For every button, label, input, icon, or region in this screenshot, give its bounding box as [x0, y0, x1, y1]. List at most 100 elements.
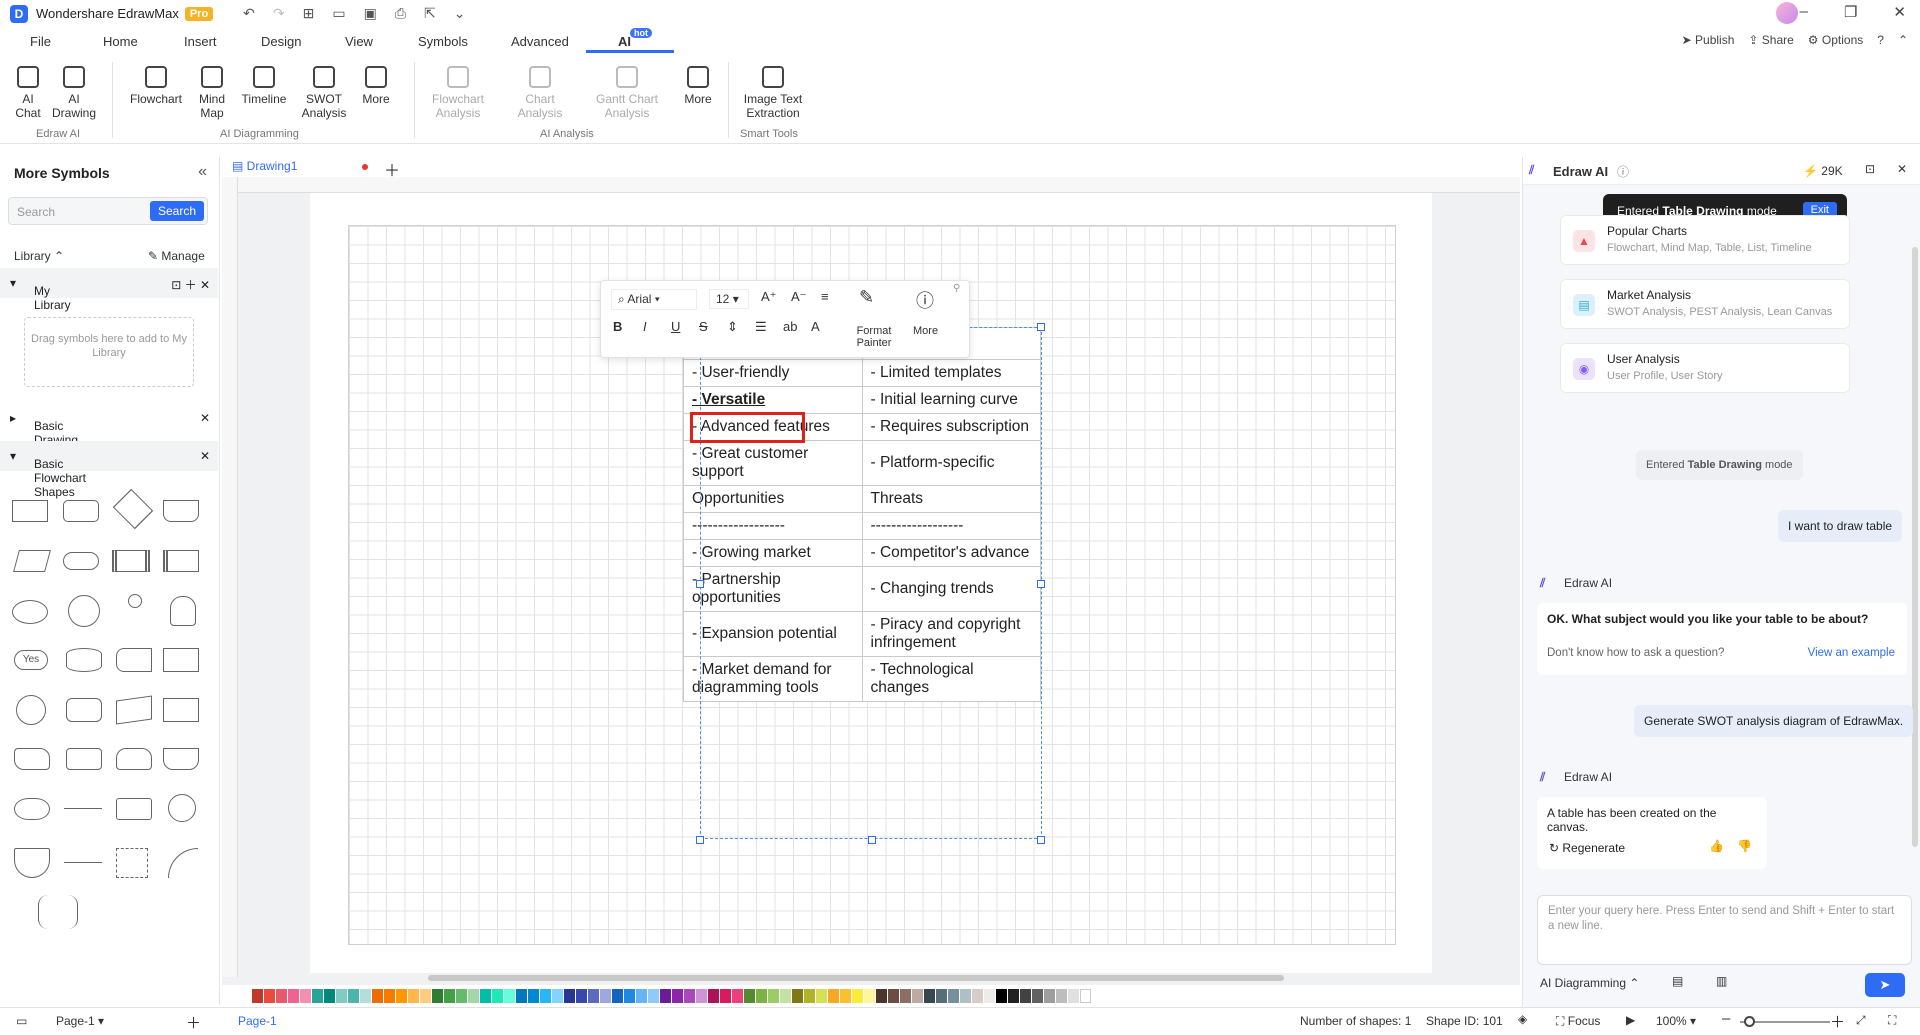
color-swatch[interactable] — [888, 989, 899, 1003]
my-library-actions[interactable]: ⊡ ＋ ✕ — [171, 276, 210, 293]
color-swatch[interactable] — [1056, 989, 1067, 1003]
menu-view[interactable]: View — [345, 34, 373, 49]
add-page-icon[interactable]: ＋ — [186, 1012, 201, 1033]
manage-button[interactable]: ✎ Manage — [148, 249, 205, 263]
text-background-icon[interactable]: ab — [783, 319, 797, 334]
my-library-section[interactable]: ▾ My Library ⊡ ＋ ✕ — [0, 268, 218, 312]
export-icon[interactable]: ⇱ — [424, 5, 436, 22]
menu-design[interactable]: Design — [261, 34, 301, 49]
color-swatch[interactable] — [1032, 989, 1043, 1003]
rounded-rect-shape[interactable] — [63, 500, 99, 522]
customize-icon[interactable]: ⌄ — [454, 5, 466, 22]
yes-shape[interactable]: Yes — [14, 650, 48, 670]
brace-shape[interactable] — [38, 895, 78, 929]
redo-icon[interactable]: ↷ — [273, 5, 285, 22]
manual-input-shape[interactable] — [116, 695, 152, 725]
decision-shape[interactable] — [112, 488, 154, 530]
manual-operation-shape[interactable] — [116, 798, 152, 820]
color-swatch[interactable] — [600, 989, 611, 1003]
symbol-search-input[interactable]: Search Search — [8, 197, 208, 225]
help-icon[interactable]: ⓘ — [1617, 163, 1629, 180]
circle-shape[interactable] — [68, 595, 100, 627]
minimize-icon[interactable]: – — [1800, 3, 1808, 21]
arrow-line-shape[interactable] — [64, 862, 102, 863]
publish-button[interactable]: ➤ Publish — [1682, 33, 1735, 47]
color-swatch[interactable] — [876, 989, 887, 1003]
off-page-connector-shape[interactable] — [14, 848, 50, 878]
color-swatch[interactable] — [648, 989, 659, 1003]
color-swatch[interactable] — [576, 989, 587, 1003]
color-swatch[interactable] — [312, 989, 323, 1003]
options-button[interactable]: ⚙ Options — [1808, 33, 1863, 47]
color-swatch[interactable] — [1044, 989, 1055, 1003]
collapse-ribbon-icon[interactable]: ⌃ — [1898, 33, 1908, 47]
regenerate-button[interactable]: ↻ Regenerate — [1549, 841, 1625, 855]
stored-data-shape[interactable] — [116, 648, 152, 672]
card-shape[interactable] — [163, 648, 199, 672]
color-swatch[interactable] — [936, 989, 947, 1003]
swot-analysis-button[interactable]: SWOT Analysis — [298, 60, 350, 120]
color-swatch[interactable] — [912, 989, 923, 1003]
actor-shape[interactable] — [128, 594, 142, 608]
color-swatch[interactable] — [420, 989, 431, 1003]
bullet-list-icon[interactable]: ☰ — [755, 319, 767, 335]
zoom-slider-thumb[interactable] — [1744, 1016, 1755, 1027]
library-toggle[interactable]: Library ⌃ — [14, 249, 64, 263]
zoom-select[interactable]: 100% ▾ — [1656, 1014, 1696, 1028]
font-color-icon[interactable]: A — [811, 319, 820, 334]
terminator-shape[interactable] — [63, 552, 99, 570]
chart-analysis-button[interactable]: Chart Analysis — [510, 60, 570, 120]
color-swatch[interactable] — [780, 989, 791, 1003]
display-shape[interactable] — [66, 698, 102, 722]
resize-handle[interactable] — [1037, 836, 1045, 844]
color-swatch[interactable] — [552, 989, 563, 1003]
send-button[interactable]: ➤ — [1865, 973, 1905, 997]
open-folder-icon[interactable]: ▭ — [332, 5, 345, 22]
page-select[interactable]: Page-1 ▾ — [56, 1014, 104, 1028]
format-painter-button[interactable]: Format Painter — [849, 325, 899, 349]
color-swatch[interactable] — [456, 989, 467, 1003]
close-icon[interactable]: ✕ — [200, 449, 210, 463]
menu-home[interactable]: Home — [103, 34, 138, 49]
process-shape[interactable] — [12, 500, 48, 522]
color-swatch[interactable] — [864, 989, 875, 1003]
format-painter-icon[interactable]: ✎ — [859, 287, 874, 308]
color-swatch[interactable] — [960, 989, 971, 1003]
help-icon[interactable]: ? — [1877, 33, 1884, 47]
undo-icon[interactable]: ↶ — [243, 5, 255, 22]
close-icon[interactable]: ✕ — [200, 411, 210, 425]
ai-panel-scrollbar[interactable] — [1912, 247, 1918, 847]
resize-handle[interactable] — [868, 836, 876, 844]
color-swatch[interactable] — [396, 989, 407, 1003]
close-icon[interactable]: ✕ — [1893, 3, 1906, 21]
new-icon[interactable]: ⊞ — [303, 5, 315, 22]
user-shape[interactable] — [170, 596, 196, 626]
connector-shape[interactable] — [16, 695, 46, 725]
color-swatch[interactable] — [684, 989, 695, 1003]
mind-map-button[interactable]: Mind Map — [194, 60, 230, 120]
color-swatch[interactable] — [276, 989, 287, 1003]
font-size-select[interactable]: 12 ▾ — [709, 289, 749, 309]
page-tab[interactable]: Page-1 — [238, 1014, 277, 1028]
color-swatch[interactable] — [924, 989, 935, 1003]
color-swatch[interactable] — [756, 989, 767, 1003]
view-example-link[interactable]: View an example — [1808, 647, 1895, 659]
color-swatch[interactable] — [252, 989, 263, 1003]
color-swatch[interactable] — [948, 989, 959, 1003]
color-swatch[interactable] — [840, 989, 851, 1003]
flowchart-analysis-button[interactable]: Flowchart Analysis — [428, 60, 488, 120]
more-diagramming-button[interactable]: More — [358, 60, 394, 106]
tab-drawing1[interactable]: ▤ Drawing1 — [232, 159, 297, 173]
gantt-analysis-button[interactable]: Gantt Chart Analysis — [592, 60, 662, 120]
search-button[interactable]: Search — [149, 201, 204, 221]
ai-drawing-button[interactable]: AI Drawing — [50, 60, 98, 120]
page-panel-icon[interactable]: ▭ — [16, 1014, 27, 1028]
color-swatch[interactable] — [996, 989, 1007, 1003]
resize-handle[interactable] — [1037, 323, 1045, 331]
color-swatch[interactable] — [612, 989, 623, 1003]
color-swatch[interactable] — [528, 989, 539, 1003]
color-swatch[interactable] — [828, 989, 839, 1003]
color-swatch[interactable] — [348, 989, 359, 1003]
flowchart-button[interactable]: Flowchart — [126, 60, 186, 106]
predefined-process-shape[interactable] — [112, 550, 150, 572]
